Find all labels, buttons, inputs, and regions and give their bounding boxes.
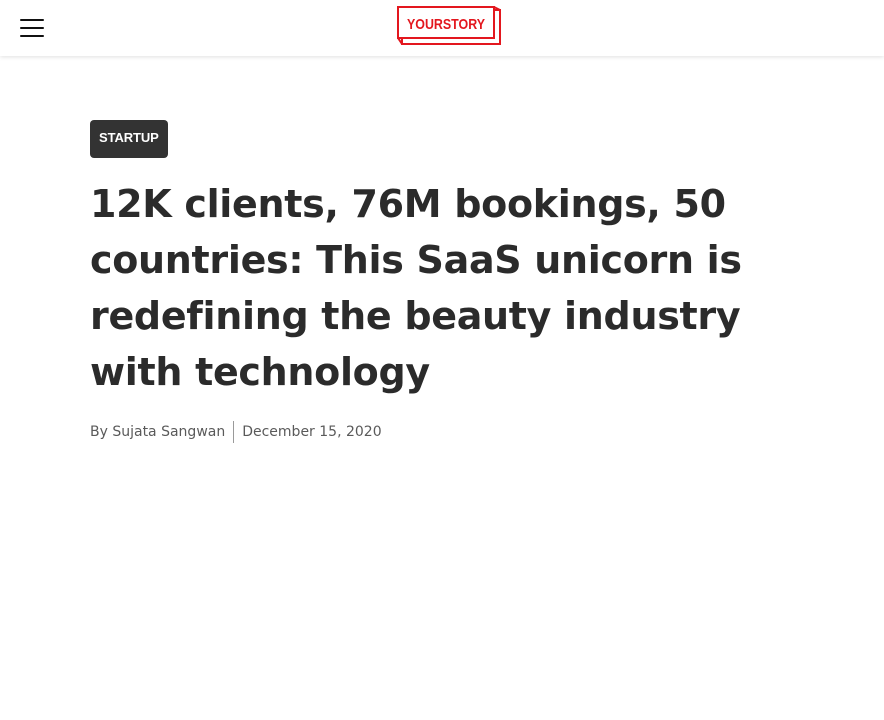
menu-line [20,19,44,21]
category-tag[interactable]: STARTUP [90,120,168,158]
article-byline: By Sujata Sangwan December 15, 2020 [90,420,790,444]
byline-divider [233,421,235,443]
author-name[interactable]: By Sujata Sangwan [90,424,225,440]
article-title: 12K clients, 76M bookings, 50 countries:… [90,182,742,394]
menu-line [20,27,44,29]
yourstory-logo-graphic: YOURSTORY [397,6,501,45]
article-header: STARTUP 12K clients, 76M bookings, 50 co… [90,120,790,444]
menu-line [20,35,44,37]
top-navbar: YOURSTORY [0,0,884,56]
logo-text: YOURSTORY [407,16,485,33]
publish-date: December 15, 2020 [242,424,382,440]
hamburger-menu-icon[interactable] [17,14,47,42]
yourstory-logo[interactable]: YOURSTORY [396,4,502,46]
